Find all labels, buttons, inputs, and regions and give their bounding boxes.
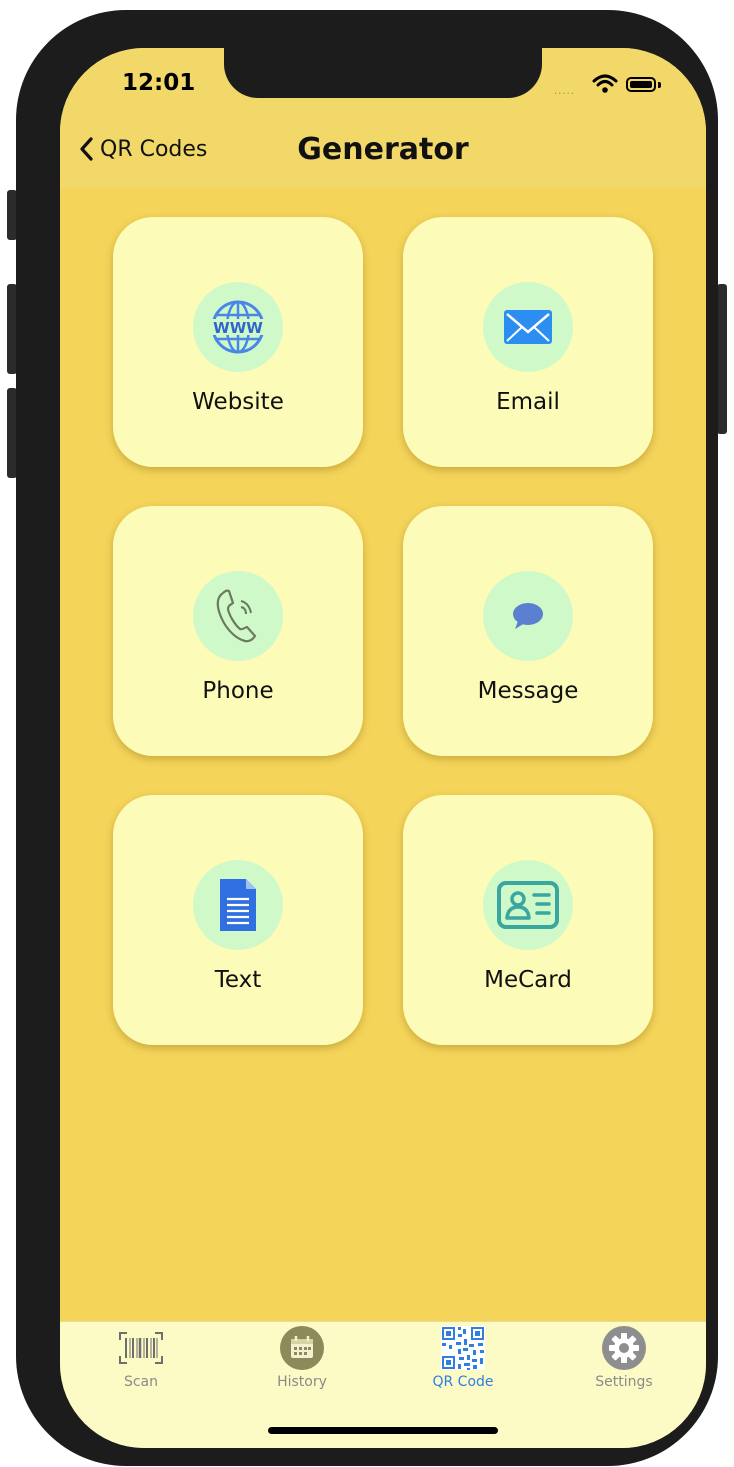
- page-title: Generator: [297, 132, 469, 167]
- battery-icon: [626, 77, 656, 92]
- phone-handset-icon: [216, 589, 257, 643]
- navigation-bar: 12:01 ..... QR Codes Generator: [60, 48, 706, 188]
- barcode-icon: [119, 1332, 163, 1364]
- tile-label: MeCard: [484, 967, 572, 993]
- tile-email[interactable]: Email: [403, 217, 653, 467]
- tile-phone[interactable]: Phone: [113, 506, 363, 756]
- tile-mecard[interactable]: MeCard: [403, 795, 653, 1045]
- tile-label: Phone: [202, 678, 274, 704]
- qr-code-icon: [441, 1326, 485, 1370]
- tile-message[interactable]: Message: [403, 506, 653, 756]
- tile-text[interactable]: Text: [113, 795, 363, 1045]
- tab-settings[interactable]: Settings: [564, 1326, 684, 1396]
- icon-circle: [193, 860, 283, 950]
- status-icons: .....: [554, 74, 674, 97]
- tile-label: Message: [477, 678, 579, 704]
- calendar-icon: [280, 1326, 324, 1370]
- icon-circle: WWW: [193, 282, 283, 372]
- contact-card-icon: [497, 881, 559, 929]
- screen: 12:01 ..... QR Codes Generator WWW Websi…: [60, 48, 706, 1448]
- battery-cap: [658, 82, 661, 88]
- power-button: [717, 284, 727, 434]
- tab-label: Settings: [595, 1374, 653, 1390]
- tab-label: Scan: [123, 1374, 159, 1390]
- tab-history[interactable]: History: [242, 1326, 362, 1396]
- icon-circle: [483, 860, 573, 950]
- document-icon: [220, 879, 256, 931]
- status-time: 12:01: [122, 70, 196, 96]
- tab-label: QR Code: [432, 1374, 494, 1390]
- icon-circle: [193, 571, 283, 661]
- tab-label: History: [277, 1374, 327, 1390]
- wifi-icon: [592, 74, 618, 93]
- tile-website[interactable]: WWW Website: [113, 217, 363, 467]
- gear-icon: [602, 1326, 646, 1370]
- home-indicator[interactable]: [268, 1427, 498, 1434]
- icon-circle: [483, 282, 573, 372]
- tile-label: Email: [496, 389, 560, 415]
- envelope-icon: [504, 310, 552, 344]
- globe-www-icon: WWW: [210, 300, 266, 354]
- chat-bubble-icon: [513, 603, 543, 629]
- notch: [224, 48, 542, 98]
- tile-label: Text: [214, 967, 262, 993]
- cellular-signal-icon: .....: [554, 86, 575, 97]
- phone-frame: 12:01 ..... QR Codes Generator WWW Websi…: [16, 10, 718, 1466]
- tab-qr-code[interactable]: QR Code: [403, 1326, 523, 1396]
- tile-label: Website: [192, 389, 284, 415]
- icon-circle: [483, 571, 573, 661]
- svg-text:WWW: WWW: [213, 319, 263, 337]
- tab-scan[interactable]: Scan: [81, 1326, 201, 1396]
